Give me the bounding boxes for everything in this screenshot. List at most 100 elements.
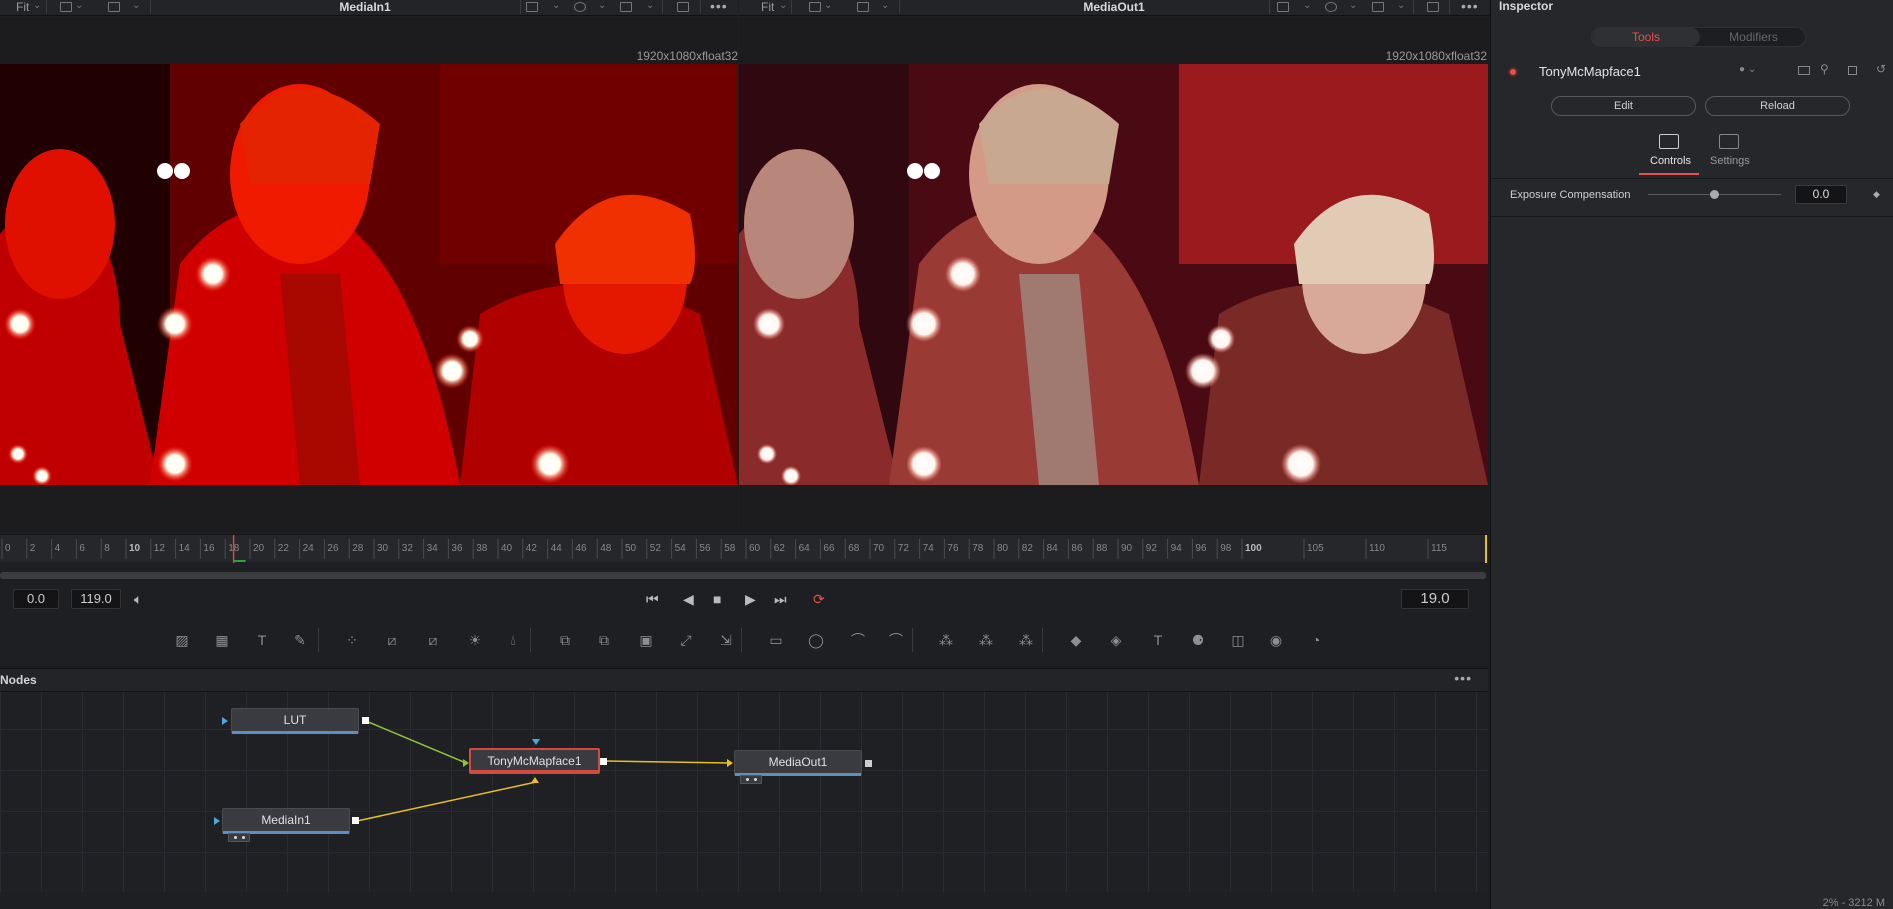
transform-icon[interactable]: ⤢ xyxy=(676,630,696,650)
tab-tools[interactable]: Tools xyxy=(1592,28,1700,46)
node-lut[interactable]: LUT xyxy=(231,708,359,734)
layout-icon[interactable] xyxy=(857,2,869,12)
tool-state-icon[interactable]: ● ⌄ xyxy=(1739,64,1756,75)
lock-icon[interactable] xyxy=(1848,66,1857,75)
keyframe-icon[interactable]: ◆ xyxy=(1873,189,1880,200)
background-icon[interactable]: ▨ xyxy=(172,630,192,650)
more-icon[interactable]: ••• xyxy=(1461,0,1479,14)
chevron-down-icon[interactable]: ⌄ xyxy=(779,0,787,11)
particles-icon[interactable]: ⁘ xyxy=(342,630,362,650)
image-plane-icon[interactable]: ◫ xyxy=(1228,630,1248,650)
viewer-left[interactable]: 1920x1080xfloat32 xyxy=(0,17,738,532)
ellipse-mask-icon[interactable]: ◯ xyxy=(806,630,826,650)
stop-icon[interactable]: ■ xyxy=(713,590,721,608)
merge-icon[interactable]: ⧉ xyxy=(555,630,575,650)
more-icon[interactable]: ••• xyxy=(710,0,728,14)
chevron-down-icon[interactable]: ⌄ xyxy=(75,0,83,11)
versions-icon[interactable] xyxy=(1798,66,1810,75)
go-to-end-icon[interactable]: ⏭︎ xyxy=(774,590,787,608)
render-start-field[interactable]: 0.0 xyxy=(13,589,59,609)
channel-icon[interactable] xyxy=(526,2,538,12)
grid-icon[interactable] xyxy=(620,2,632,12)
aspect-icon[interactable] xyxy=(809,2,821,12)
loop-icon[interactable]: ⟳ xyxy=(813,590,825,608)
render-end-field[interactable]: 119.0 xyxy=(71,589,121,609)
reset-icon[interactable]: ↺ xyxy=(1876,62,1886,76)
audio-icon[interactable]: 🔈︎ xyxy=(134,590,142,608)
layout-icon[interactable] xyxy=(108,2,120,12)
particle-render-icon[interactable]: ⁂ xyxy=(976,630,996,650)
paint-icon[interactable]: ✎ xyxy=(290,630,310,650)
text3d-icon[interactable]: T xyxy=(1148,630,1168,650)
node-mediaout1-controls[interactable] xyxy=(740,775,762,784)
blur-icon[interactable]: 💧︎ xyxy=(503,630,523,650)
tab-settings[interactable]: Settings xyxy=(1710,155,1750,167)
tool-bar: ▨ ▦ T ✎ ⁘ ⧄ ⧄ ☀ 💧︎ ⧉ ⧉ ▣ ⤢ ⇲ ▭ ◯ ⌒ ⌒ ⁂ ⁂ ⁂ ◆ ◈ T ⚈ ◫ ◉ ◔ xyxy=(0,620,1488,662)
chevron-down-icon[interactable]: ⌄ xyxy=(132,0,140,11)
input-arrow-icon xyxy=(727,759,733,767)
matte-control-icon[interactable]: ▣ xyxy=(636,630,656,650)
chevron-down-icon[interactable]: ⌄ xyxy=(1349,0,1357,11)
roi-icon[interactable] xyxy=(677,2,689,12)
chevron-down-icon[interactable]: ⌄ xyxy=(646,0,654,11)
polygon-mask-icon[interactable]: ⌒ xyxy=(848,630,868,650)
node-mediain1[interactable]: MediaIn1 xyxy=(222,808,350,834)
brightness-contrast-icon[interactable]: ☀ xyxy=(465,630,485,650)
chevron-down-icon[interactable]: ⌄ xyxy=(824,0,832,11)
go-to-start-icon[interactable]: ⏮︎ xyxy=(646,590,659,608)
controls-icon[interactable] xyxy=(1659,134,1679,149)
color-curves-icon[interactable]: ⧄ xyxy=(423,630,443,650)
node-mediain1-controls[interactable] xyxy=(228,833,250,842)
pin-icon[interactable]: ⚲ xyxy=(1820,62,1829,76)
output-port-icon xyxy=(865,760,872,767)
play-forward-icon[interactable]: ▶︎ xyxy=(745,590,756,608)
bspline-mask-icon[interactable]: ⌒ xyxy=(886,630,906,650)
node-tonymcmapface1[interactable]: TonyMcMapface1 xyxy=(469,748,600,774)
chevron-down-icon[interactable]: ⌄ xyxy=(881,0,889,11)
viewer-right[interactable]: 1920x1080xfloat32 xyxy=(739,17,1489,532)
camera3d-icon[interactable]: ⚈ xyxy=(1188,630,1208,650)
color-corrector-icon[interactable]: ⧄ xyxy=(382,630,402,650)
edit-button[interactable]: Edit xyxy=(1551,96,1696,116)
lights-icon[interactable]: ◔ xyxy=(1306,630,1326,650)
chevron-down-icon[interactable]: ⌄ xyxy=(1397,0,1405,11)
channel-icon[interactable] xyxy=(1277,2,1289,12)
lut-icon[interactable] xyxy=(1325,2,1337,12)
ruler-tick-label: 46 xyxy=(575,543,587,554)
more-icon[interactable]: ••• xyxy=(1454,670,1472,686)
roi-icon[interactable] xyxy=(1427,2,1439,12)
exposure-compensation-value[interactable]: 0.0 xyxy=(1795,185,1847,204)
play-reverse-icon[interactable]: ◀︎ xyxy=(683,590,694,608)
channel-booleans-icon[interactable]: ⧉ xyxy=(594,630,614,650)
viewer-right-fit-dropdown[interactable]: Fit xyxy=(761,0,774,14)
rectangle-mask-icon[interactable]: ▭ xyxy=(766,630,786,650)
chevron-down-icon[interactable]: ⌄ xyxy=(33,0,41,11)
merge3d-icon[interactable]: ◈ xyxy=(1106,630,1126,650)
node-editor[interactable]: LUT TonyMcMapface1 MediaOut1 MediaIn1 xyxy=(0,692,1488,892)
image-icon[interactable]: ▦ xyxy=(212,630,232,650)
settings-icon[interactable] xyxy=(1719,134,1739,149)
aspect-icon[interactable] xyxy=(60,2,72,12)
grid-icon[interactable] xyxy=(1372,2,1384,12)
time-ruler[interactable]: 0246810121416182022242628303234363840424… xyxy=(0,534,1488,563)
fusion-app: Fit ⌄ ⌄ ⌄ MediaIn1 ⌄ ⌄ ⌄ ••• Fit ⌄ ⌄ ⌄ M… xyxy=(0,0,1893,909)
shape3d-icon[interactable]: ◆ xyxy=(1066,630,1086,650)
chevron-down-icon[interactable]: ⌄ xyxy=(598,0,606,11)
chevron-down-icon[interactable]: ⌄ xyxy=(552,0,560,11)
tab-controls[interactable]: Controls xyxy=(1650,155,1691,167)
exposure-compensation-knob[interactable] xyxy=(1710,190,1719,199)
current-frame-field[interactable]: 19.0 xyxy=(1401,589,1469,609)
particle-force-icon[interactable]: ⁂ xyxy=(1016,630,1036,650)
chevron-down-icon[interactable]: ⌄ xyxy=(1303,0,1311,11)
renderer3d-icon[interactable]: ◉ xyxy=(1266,630,1286,650)
emitter-icon[interactable]: ⁂ xyxy=(936,630,956,650)
tab-modifiers[interactable]: Modifiers xyxy=(1700,28,1807,46)
timeline-scrollbar[interactable] xyxy=(0,572,1486,579)
viewer-left-fit-dropdown[interactable]: Fit xyxy=(16,0,29,14)
lut-icon[interactable] xyxy=(574,2,586,12)
tool-color-swatch[interactable] xyxy=(1508,67,1518,77)
text-icon[interactable]: T xyxy=(252,630,272,650)
reload-button[interactable]: Reload xyxy=(1705,96,1850,116)
node-mediaout1[interactable]: MediaOut1 xyxy=(734,750,862,776)
resize-icon[interactable]: ⇲ xyxy=(716,630,736,650)
